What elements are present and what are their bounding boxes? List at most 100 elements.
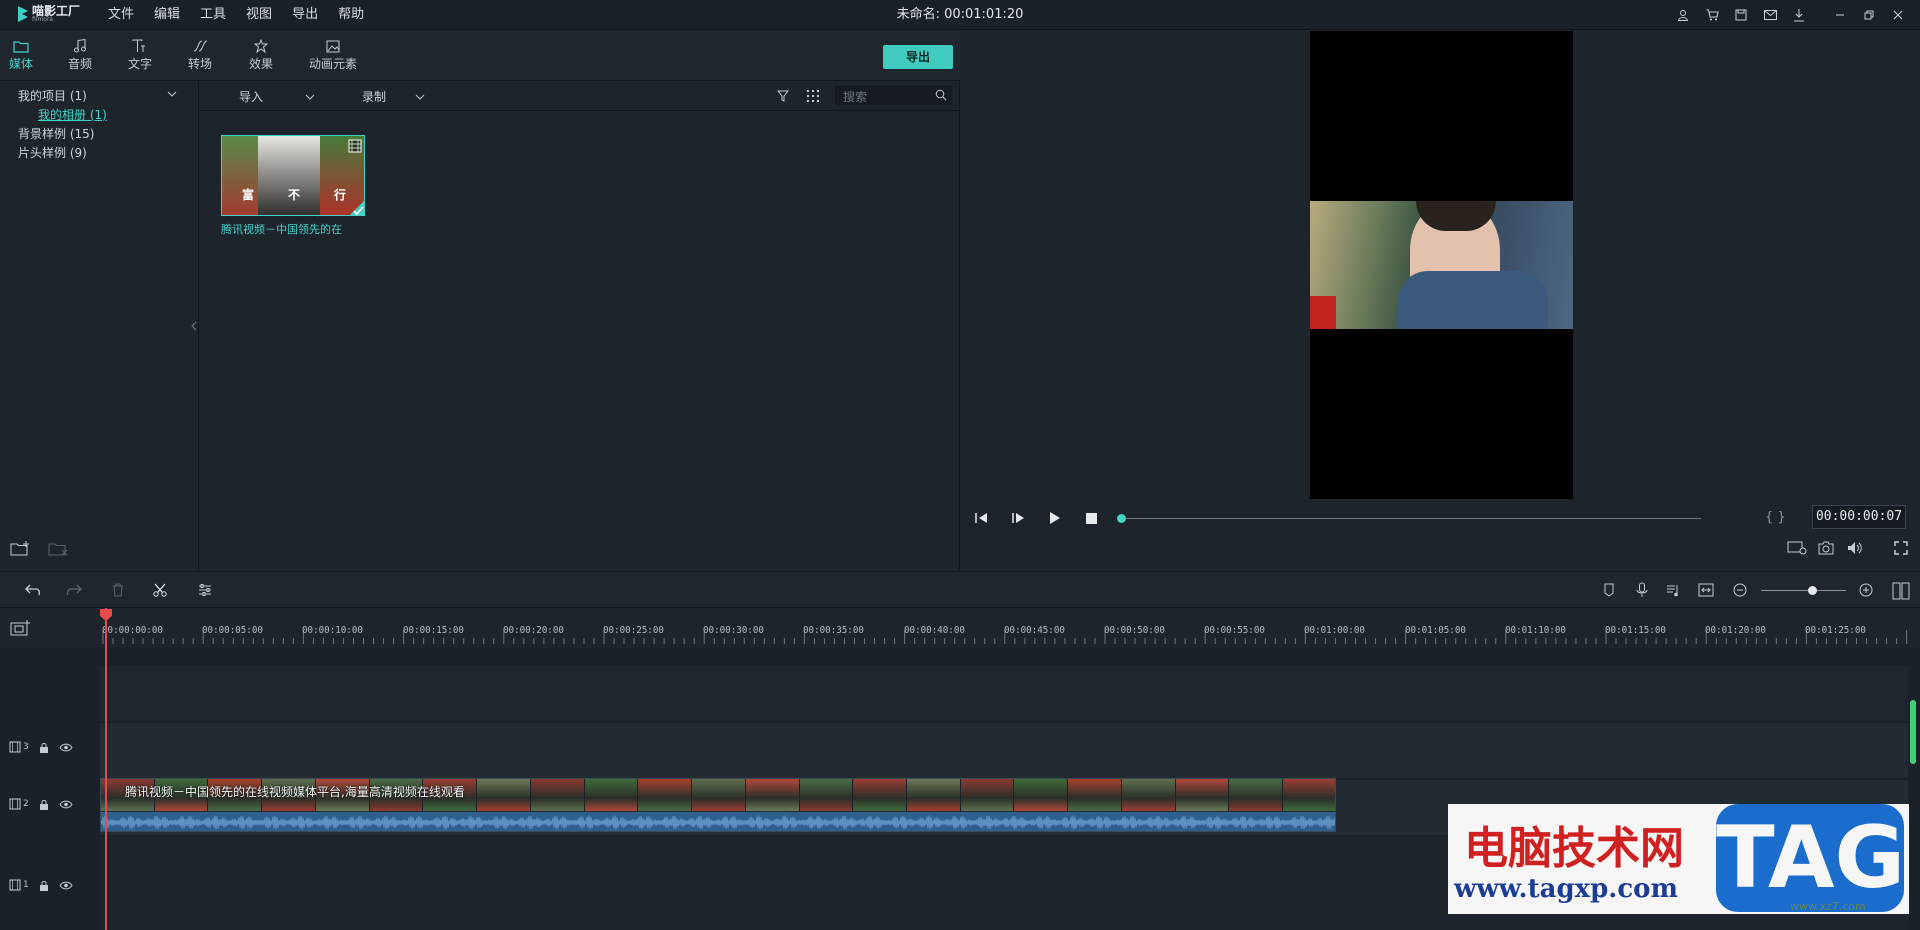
collapse-panel-icon[interactable]	[191, 321, 197, 331]
track-header-1: 1	[0, 879, 99, 891]
playhead-handle[interactable]	[99, 609, 113, 621]
play-icon[interactable]	[1049, 512, 1061, 524]
menu-tools[interactable]: 工具	[200, 0, 234, 30]
track-lane-3[interactable]	[100, 723, 1908, 778]
record-dropdown[interactable]: 录制	[362, 88, 386, 105]
fit-timeline-icon[interactable]	[1698, 583, 1714, 597]
music-note-icon	[74, 39, 86, 53]
filter-icon[interactable]	[777, 90, 789, 102]
clip-frame	[477, 779, 531, 811]
volume-icon[interactable]	[1847, 541, 1863, 555]
export-button[interactable]: 导出	[883, 45, 953, 69]
tab-elements[interactable]: 动画元素	[307, 37, 359, 72]
delete-icon[interactable]	[112, 583, 124, 597]
media-thumbnail[interactable]: 富 不 行	[221, 135, 365, 216]
preview-panel: { } 00:00:00:07	[961, 31, 1920, 570]
title-bar: 喵影工厂 filmora 文件 编辑 工具 视图 导出 帮助 未命名: 00:0…	[0, 0, 1920, 30]
track-header-3: 3	[0, 741, 99, 753]
lock-icon[interactable]	[39, 742, 49, 753]
next-frame-icon[interactable]	[1011, 512, 1025, 524]
tree-my-project[interactable]: 我的项目 (1)	[18, 87, 87, 104]
eye-icon[interactable]	[59, 800, 73, 809]
thumb-char-3: 行	[334, 188, 347, 202]
display-settings-icon[interactable]	[1787, 541, 1807, 555]
preview-frame	[1310, 201, 1573, 329]
tab-audio[interactable]: 音频	[68, 37, 92, 72]
adjust-icon[interactable]	[198, 584, 212, 596]
timeline-scrollbar[interactable]	[1910, 700, 1916, 764]
eye-icon[interactable]	[59, 743, 73, 752]
tab-text[interactable]: 文字	[128, 37, 152, 72]
folder-icon	[13, 40, 29, 53]
ruler-label: 00:01:20:00	[1705, 625, 1767, 636]
lock-icon[interactable]	[39, 880, 49, 891]
mark-in-out-brackets[interactable]: { }	[1765, 510, 1786, 525]
lock-icon[interactable]	[39, 799, 49, 810]
minimize-icon[interactable]	[1832, 7, 1848, 23]
tab-transition[interactable]: 转场	[188, 37, 212, 72]
marker-icon[interactable]	[1603, 583, 1615, 597]
tree-bg-samples[interactable]: 背景样例 (15)	[18, 125, 94, 142]
zoom-slider-handle[interactable]	[1808, 586, 1817, 595]
tree-intro-samples[interactable]: 片头样例 (9)	[18, 144, 87, 161]
library-sidebar: 我的项目 (1) 我的相册 (1) 背景样例 (15) 片头样例 (9)	[0, 81, 199, 570]
clip-frame	[853, 779, 908, 811]
redo-icon[interactable]	[66, 584, 82, 596]
timeline-ruler[interactable]: 00:00:00:00 00:00:05:00 00:00:10:00 00:00:1…	[0, 608, 1920, 648]
panel-toggle-icon[interactable]	[1892, 582, 1910, 600]
video-clip[interactable]: 腾讯视频－中国领先的在线视频媒体平台,海量高清视频在线观看	[100, 778, 1336, 832]
progress-track[interactable]	[1121, 518, 1701, 519]
watermark-text: 电脑技术网	[1464, 823, 1684, 874]
scissors-icon[interactable]	[153, 583, 167, 597]
snapshot-icon[interactable]	[1818, 541, 1834, 555]
delete-folder-icon[interactable]	[48, 541, 68, 557]
download-icon[interactable]	[1791, 7, 1807, 23]
microphone-icon[interactable]	[1636, 582, 1648, 598]
clip-frame	[745, 779, 800, 811]
search-icon[interactable]	[935, 89, 947, 101]
video-track-icon	[9, 798, 21, 810]
transition-icon	[193, 40, 208, 52]
close-icon[interactable]	[1890, 7, 1906, 23]
import-dropdown[interactable]: 导入	[239, 88, 263, 105]
mail-icon[interactable]	[1762, 7, 1778, 23]
chevron-down-icon[interactable]	[167, 91, 177, 97]
chevron-down-icon[interactable]	[415, 94, 425, 100]
tab-elements-label: 动画元素	[308, 57, 357, 71]
zoom-out-icon[interactable]	[1733, 583, 1747, 597]
menu-export[interactable]: 导出	[292, 0, 326, 30]
cart-icon[interactable]	[1704, 7, 1720, 23]
search-input[interactable]: 搜索	[835, 85, 952, 105]
tab-effects[interactable]: 效果	[249, 37, 273, 72]
tree-my-album[interactable]: 我的相册 (1)	[38, 106, 107, 123]
add-track-icon[interactable]	[10, 620, 30, 636]
ruler-label: 00:00:05:00	[202, 625, 264, 636]
menu-file[interactable]: 文件	[108, 0, 142, 30]
restore-icon[interactable]	[1861, 7, 1877, 23]
watermark-url: www.tagxp.com	[1454, 874, 1679, 904]
watermark-tag-logo: TAG	[1716, 804, 1905, 912]
audio-mixer-icon[interactable]	[1666, 583, 1680, 597]
new-folder-icon[interactable]	[10, 541, 30, 557]
ruler-label: 00:00:20:00	[502, 625, 564, 636]
progress-handle[interactable]	[1117, 514, 1126, 523]
clip-frame	[907, 779, 961, 811]
fullscreen-icon[interactable]	[1894, 541, 1908, 555]
prev-frame-icon[interactable]	[975, 512, 989, 524]
tab-media[interactable]: 媒体	[9, 37, 33, 72]
grid-view-icon[interactable]	[807, 90, 819, 102]
eye-icon[interactable]	[59, 881, 73, 890]
menu-view[interactable]: 视图	[246, 0, 280, 30]
chevron-down-icon[interactable]	[305, 94, 315, 100]
user-icon[interactable]	[1675, 7, 1691, 23]
zoom-in-icon[interactable]	[1859, 583, 1873, 597]
undo-icon[interactable]	[25, 584, 41, 596]
ruler-label: 00:00:15:00	[402, 625, 464, 636]
zoom-slider-track[interactable]	[1761, 590, 1846, 591]
playhead[interactable]	[105, 608, 107, 930]
save-icon[interactable]	[1733, 7, 1749, 23]
menu-edit[interactable]: 编辑	[154, 0, 188, 30]
stop-icon[interactable]	[1086, 513, 1097, 524]
menu-help[interactable]: 帮助	[338, 0, 372, 30]
thumb-char-1: 富	[242, 188, 255, 202]
